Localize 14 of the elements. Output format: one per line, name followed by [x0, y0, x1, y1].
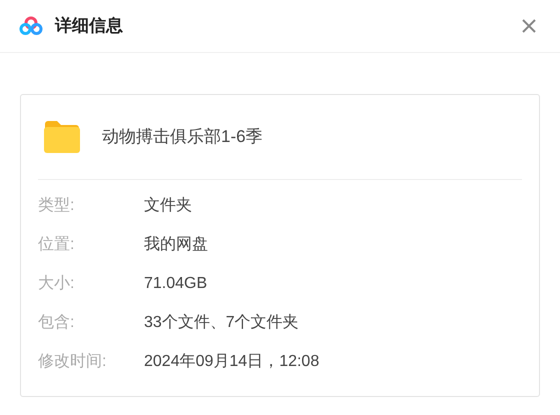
detail-value: 文件夹: [144, 196, 192, 216]
dialog-title: 详细信息: [55, 15, 123, 38]
detail-label: 大小:: [38, 274, 76, 294]
cloud-logo-icon: [19, 16, 43, 36]
detail-value: 2024年09月14日，12:08: [144, 352, 320, 372]
detail-label: 类型:: [38, 196, 76, 216]
detail-label: 包含:: [38, 312, 76, 332]
folder-icon: [43, 120, 81, 154]
detail-value: 33个文件、7个文件夹: [144, 312, 299, 332]
detail-value: 71.04GB: [144, 274, 208, 294]
detail-label: 修改时间:: [38, 352, 108, 372]
detail-value: 我的网盘: [144, 234, 208, 254]
item-name: 动物搏击俱乐部1-6季: [102, 126, 263, 148]
detail-label: 位置:: [38, 234, 76, 254]
